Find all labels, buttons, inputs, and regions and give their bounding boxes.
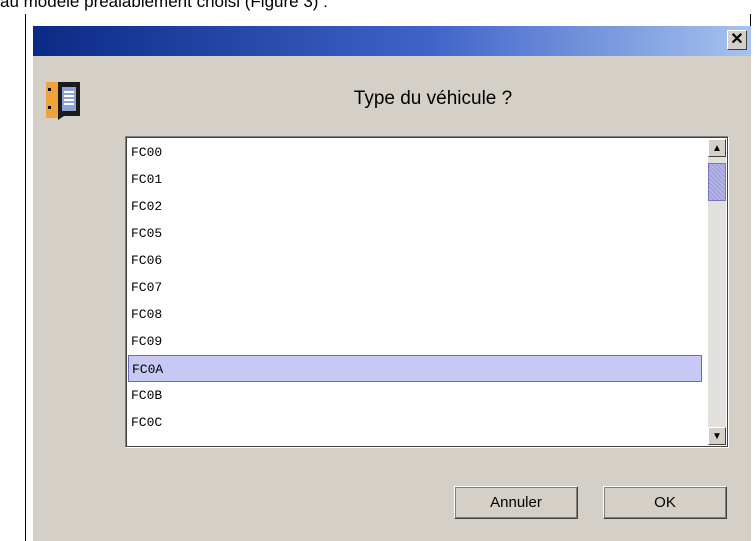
- list-item[interactable]: FC0B: [128, 382, 702, 409]
- scroll-up-button[interactable]: ▲: [708, 139, 726, 157]
- scrollbar-thumb[interactable]: [708, 163, 726, 201]
- list-item[interactable]: FC01: [128, 166, 702, 193]
- dialog-window: ✕ Type du véhicule ? FC00 FC01 FC02 FC05 FC0…: [33, 26, 751, 541]
- close-icon: ✕: [730, 31, 744, 48]
- list-items[interactable]: FC00 FC01 FC02 FC05 FC06 FC07 FC08 FC09 FC0A FC0B…: [128, 139, 702, 445]
- list-item[interactable]: FC06: [128, 247, 702, 274]
- title-bar[interactable]: ✕: [33, 26, 751, 56]
- close-button[interactable]: ✕: [727, 30, 747, 50]
- arrow-down-icon: ▼: [712, 430, 722, 442]
- list-item[interactable]: FC09: [128, 328, 702, 355]
- vehicle-type-list[interactable]: FC00 FC01 FC02 FC05 FC06 FC07 FC08 FC09 FC0A FC0B…: [125, 136, 729, 448]
- list-item[interactable]: FC00: [128, 139, 702, 166]
- list-item[interactable]: FC0C: [128, 409, 702, 436]
- list-item[interactable]: FC05: [128, 220, 702, 247]
- scroll-down-button[interactable]: ▼: [708, 427, 726, 445]
- arrow-up-icon: ▲: [712, 142, 722, 154]
- list-item[interactable]: FC08: [128, 301, 702, 328]
- list-item[interactable]: FC0A: [128, 355, 702, 382]
- vertical-scrollbar[interactable]: ▲ ▼: [708, 139, 726, 445]
- ok-button[interactable]: OK: [603, 486, 727, 519]
- cancel-button[interactable]: Annuler: [454, 486, 578, 519]
- list-item[interactable]: FC02: [128, 193, 702, 220]
- list-item[interactable]: FC07: [128, 274, 702, 301]
- message-icon: [46, 80, 82, 120]
- document-caption: au modèle préalablement choisi (Figure 3…: [0, 0, 328, 11]
- dialog-prompt: Type du véhicule ?: [353, 88, 513, 109]
